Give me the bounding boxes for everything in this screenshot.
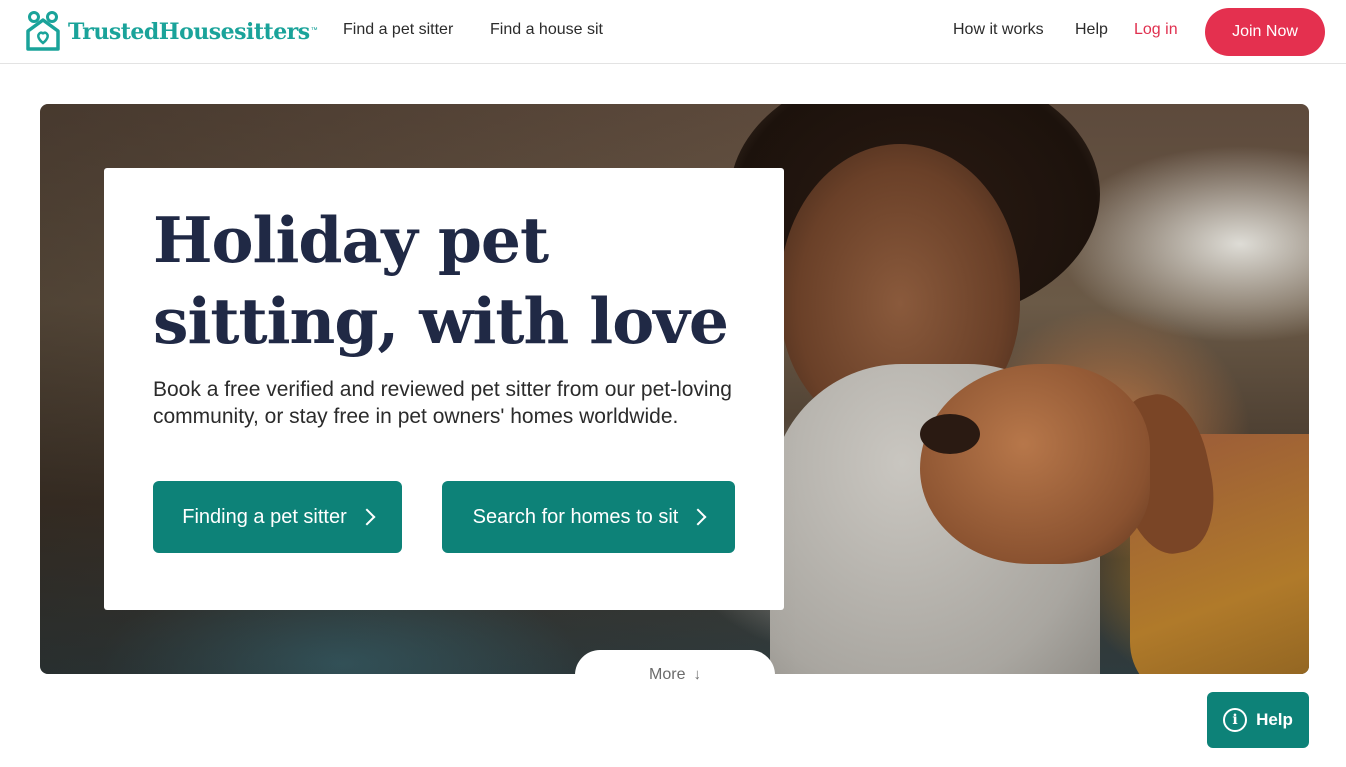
more-button[interactable]: More ↓ [575, 650, 775, 700]
nav-help[interactable]: Help [1075, 21, 1108, 39]
search-homes-label: Search for homes to sit [472, 505, 679, 528]
nav-log-in[interactable]: Log in [1134, 21, 1178, 39]
hero-title-line-1: Holiday pet [153, 203, 549, 277]
house-paw-icon [26, 11, 60, 51]
help-widget-button[interactable]: i Help [1207, 692, 1309, 748]
info-icon: i [1223, 708, 1248, 732]
site-header: TrustedHousesitters ™ Find a pet sitter … [0, 0, 1346, 64]
join-now-button[interactable]: Join Now [1205, 8, 1325, 56]
chevron-right-icon [689, 508, 707, 526]
finding-pet-sitter-label: Finding a pet sitter [182, 505, 347, 528]
search-homes-button[interactable]: Search for homes to sit [442, 481, 735, 553]
logo-link[interactable]: TrustedHousesitters ™ [24, 11, 318, 53]
nav-how-it-works[interactable]: How it works [953, 21, 1044, 39]
logo-text: TrustedHousesitters [68, 19, 310, 45]
hero-title: Holiday pet sitting, with love [153, 200, 753, 362]
hero-subtitle: Book a free verified and reviewed pet si… [153, 378, 732, 428]
nav-find-house-sit[interactable]: Find a house sit [490, 21, 603, 39]
nav-find-pet-sitter[interactable]: Find a pet sitter [343, 21, 453, 39]
arrow-down-icon: ↓ [693, 666, 701, 683]
more-label: More [649, 666, 686, 683]
chevron-right-icon [358, 508, 376, 526]
trademark-mark: ™ [310, 26, 318, 34]
help-widget-label: Help [1256, 710, 1293, 729]
hero-title-line-2: sitting, with love [153, 284, 729, 358]
finding-pet-sitter-button[interactable]: Finding a pet sitter [153, 481, 402, 553]
